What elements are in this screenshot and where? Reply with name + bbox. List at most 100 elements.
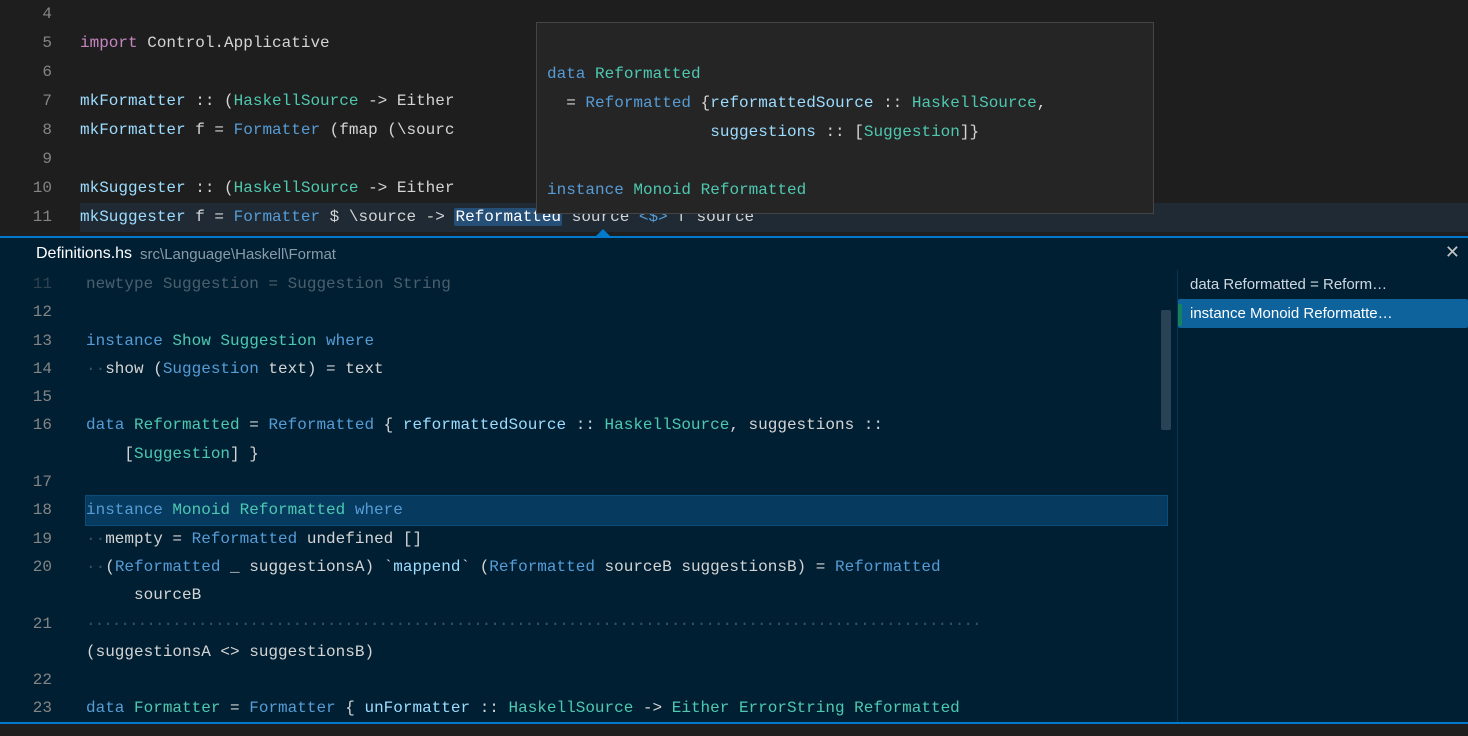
token: (suggestionsA <> suggestionsB) <box>86 643 374 661</box>
code-line[interactable]: newtype Suggestion = Suggestion String <box>86 270 1167 298</box>
code-line[interactable]: instance Show Suggestion where <box>86 327 1167 355</box>
token: suggestions <box>547 123 816 141</box>
code-line[interactable]: ··mempty = Reformatted undefined [] <box>86 525 1167 553</box>
token: instance <box>547 181 624 199</box>
token: :: [ <box>816 123 864 141</box>
line-number: 9 <box>0 145 70 174</box>
token: mkSuggester <box>80 179 186 197</box>
code-line[interactable]: (suggestionsA <> suggestionsB) <box>86 638 1167 666</box>
token: -> <box>633 699 671 717</box>
code-line[interactable] <box>86 666 1167 694</box>
token: = <box>220 699 249 717</box>
code-line[interactable] <box>86 383 1167 411</box>
whitespace-dots: ········································… <box>86 615 981 633</box>
line-number <box>0 440 70 468</box>
scrollbar-vertical[interactable] <box>1161 310 1171 430</box>
peek-filename: Definitions.hs <box>36 245 132 263</box>
peek-editor[interactable]: 11 12 13 14 15 16 17 18 19 20 21 22 23 n… <box>0 270 1178 722</box>
main-editor[interactable]: 4 5 6 7 8 9 10 11 import Control.Applica… <box>0 0 1468 236</box>
hover-arrow-icon <box>595 229 611 236</box>
token: Show <box>163 332 211 350</box>
line-number <box>0 638 70 666</box>
token: instance <box>86 501 163 519</box>
token: Either <box>672 699 730 717</box>
line-number <box>0 581 70 609</box>
code-line[interactable]: ··(Reformatted _ suggestionsA) `mappend`… <box>86 553 1167 581</box>
token: -> Either <box>358 179 454 197</box>
token: reformattedSource <box>403 416 566 434</box>
line-number: 19 <box>0 525 70 553</box>
reference-item[interactable]: data Reformatted = Reform… <box>1178 270 1468 299</box>
reference-item-selected[interactable]: instance Monoid Reformatte… <box>1178 299 1468 328</box>
token: Control.Applicative <box>138 34 330 52</box>
token: Formatter <box>124 699 220 717</box>
line-number: 16 <box>0 411 70 439</box>
token: , <box>1037 94 1047 112</box>
token: -> Either <box>358 92 454 110</box>
line-number: 11 <box>0 270 70 298</box>
token: Reformatted <box>230 501 345 519</box>
token: Formatter <box>234 208 320 226</box>
token: mappend <box>393 558 460 576</box>
token: Reformatted <box>192 530 298 548</box>
token: HaskellSource <box>605 416 730 434</box>
token: Reformatted <box>835 558 941 576</box>
close-icon[interactable]: ✕ <box>1445 242 1460 263</box>
token: show ( <box>105 360 163 378</box>
whitespace: ·· <box>86 360 105 378</box>
line-number: 7 <box>0 87 70 116</box>
line-number: 13 <box>0 327 70 355</box>
token: mkFormatter <box>80 121 186 139</box>
token: ] } <box>230 445 259 463</box>
token: :: ( <box>186 179 234 197</box>
token: = <box>240 416 269 434</box>
token: [ <box>86 445 134 463</box>
token-keyword: import <box>80 34 138 52</box>
token: Suggestion <box>163 360 259 378</box>
token: HaskellSource <box>509 699 634 717</box>
token: Suggestion <box>211 332 317 350</box>
token: data <box>547 65 585 83</box>
hover-tooltip: data Reformatted = Reformatted {reformat… <box>536 22 1154 214</box>
code-line-highlighted[interactable]: instance Monoid Reformatted where <box>86 496 1167 524</box>
peek-code-area[interactable]: newtype Suggestion = Suggestion String i… <box>86 270 1167 722</box>
token: $ \source -> <box>320 208 454 226</box>
code-line[interactable]: ········································… <box>86 610 1167 638</box>
token: :: <box>470 699 508 717</box>
token: mkFormatter <box>80 92 186 110</box>
token: :: <box>566 416 604 434</box>
line-number: 17 <box>0 468 70 496</box>
line-number: 20 <box>0 553 70 581</box>
token: HaskellSource <box>912 94 1037 112</box>
token: unFormatter <box>364 699 470 717</box>
code-line[interactable] <box>86 468 1167 496</box>
token: sourceB suggestionsB) = <box>595 558 835 576</box>
token: { <box>691 94 710 112</box>
code-line[interactable]: data Reformatted = Reformatted { reforma… <box>86 411 1167 439</box>
token: Reformatted <box>268 416 374 434</box>
token: Reformatted <box>585 94 691 112</box>
token: undefined [] <box>297 530 422 548</box>
code-line[interactable]: data Formatter = Formatter { unFormatter… <box>86 694 1167 722</box>
code-line[interactable]: ··show (Suggestion text) = text <box>86 355 1167 383</box>
code-line[interactable] <box>86 298 1167 326</box>
code-line[interactable]: sourceB <box>86 581 1167 609</box>
token: , suggestions :: <box>729 416 892 434</box>
line-number: 18 <box>0 496 70 524</box>
line-number: 5 <box>0 29 70 58</box>
token: where <box>316 332 374 350</box>
token-type: HaskellSource <box>234 92 359 110</box>
line-number: 6 <box>0 58 70 87</box>
token: sourceB <box>86 586 201 604</box>
line-number: 11 <box>0 203 70 232</box>
token: data <box>86 699 124 717</box>
token: ` ( <box>460 558 489 576</box>
line-number: 10 <box>0 174 70 203</box>
token: data <box>86 416 124 434</box>
token: _ suggestionsA) ` <box>220 558 393 576</box>
token: f = <box>186 208 234 226</box>
token: :: <box>873 94 911 112</box>
code-line[interactable]: [Suggestion] } <box>86 440 1167 468</box>
token: mkSuggester <box>80 208 186 226</box>
token: f = <box>186 121 234 139</box>
